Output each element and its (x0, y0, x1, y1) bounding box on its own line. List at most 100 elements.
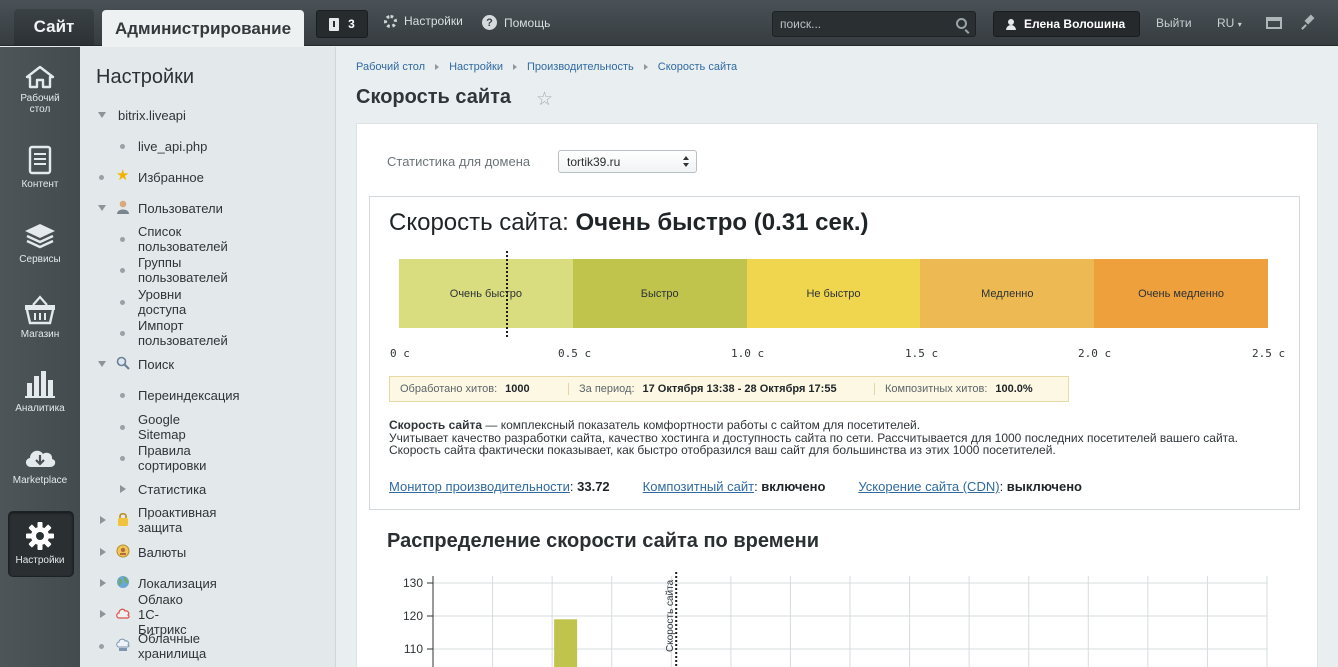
chevron-right-icon[interactable] (100, 610, 106, 618)
menu-item-label: Локализация (138, 575, 217, 591)
performance-monitor-link[interactable]: Монитор производительности (389, 479, 570, 494)
storage-icon (116, 638, 130, 651)
description-text: — комплексный показатель комфортности ра… (482, 418, 921, 432)
stat-label: За период: (579, 383, 635, 395)
menu-item-label: Группы пользователей (138, 255, 228, 285)
menu-item-label: Проактивная защита (138, 505, 217, 535)
select-arrows-icon (683, 156, 689, 168)
speed-links: Монитор производительности: 33.72 Композ… (389, 479, 1082, 494)
speed-description: Скорость сайта — комплексный показатель … (389, 419, 1269, 457)
speed-marker-label: Скорость сайта (665, 579, 676, 652)
iconbar-label: Сервисы (19, 254, 61, 265)
breadcrumb: Рабочий стол Настройки Производительност… (356, 61, 737, 73)
chevron-right-icon[interactable] (100, 579, 106, 587)
side-menu-title: Настройки (96, 66, 195, 88)
window-icon[interactable] (1266, 17, 1282, 29)
chevron-down-icon[interactable] (98, 112, 106, 118)
search-icon[interactable] (956, 18, 967, 29)
speed-band-label: Медленно (981, 287, 1034, 300)
top-bar: Сайт Администрирование 3 Настройки ? Пом… (0, 0, 1338, 47)
menu-item-label: Переиндексация (138, 387, 240, 403)
stat-value: 17 Октября 13:38 - 28 Октября 17:55 (642, 383, 837, 395)
menu-item-label: Правила сортировки (138, 443, 207, 473)
iconbar-item-desktop[interactable]: Рабочий стол (0, 65, 80, 115)
menu-item-label: Избранное (138, 169, 204, 185)
breadcrumb-item[interactable]: Производительность (527, 61, 634, 73)
speed-summary-panel: Скорость сайта: Очень быстро (0.31 сек.)… (369, 196, 1300, 510)
user-icon (117, 200, 129, 214)
logout-link[interactable]: Выйти (1156, 16, 1192, 30)
tab-administration[interactable]: Администрирование (102, 10, 304, 47)
chart-icon (25, 371, 55, 398)
speed-band: Медленно (920, 259, 1095, 328)
notifications-count: 3 (348, 17, 355, 31)
link-group-cdn: Ускорение сайта (CDN): выключено (858, 479, 1082, 494)
breadcrumb-item[interactable]: Рабочий стол (356, 61, 425, 73)
menu-item-label: Облако 1С-Битрикс (138, 591, 187, 637)
bullet-icon (120, 425, 125, 430)
breadcrumb-item[interactable]: Настройки (449, 61, 503, 73)
scale-label: 1.5 с (905, 347, 939, 360)
bullet-icon (120, 300, 125, 305)
language-selector[interactable]: RU ▾ (1217, 16, 1242, 30)
speed-band: Не быстро (746, 259, 921, 328)
iconbar-item-marketplace[interactable]: Marketplace (0, 445, 80, 486)
iconbar-item-analytics[interactable]: Аналитика (0, 369, 80, 414)
tab-site[interactable]: Сайт (14, 9, 94, 45)
language-code: RU (1217, 16, 1235, 30)
iconbar-label: Аналитика (15, 403, 65, 414)
settings-link[interactable]: Настройки (384, 14, 463, 28)
speed-band-label: Очень быстро (449, 287, 523, 300)
chevron-right-icon[interactable] (100, 516, 106, 524)
composite-site-link[interactable]: Композитный сайт (643, 479, 754, 494)
link-group-composite: Композитный сайт: включено (642, 479, 826, 494)
speed-band-label: Очень медленно (1138, 287, 1225, 300)
speed-band: Быстро (572, 259, 747, 328)
bullet-icon (120, 144, 125, 149)
domain-select[interactable]: tortik39.ru (558, 150, 697, 173)
iconbar-item-settings[interactable]: Настройки (0, 521, 80, 566)
settings-link-label: Настройки (404, 14, 463, 28)
scale-label: 1.0 с (731, 347, 765, 360)
iconbar-label: Настройки (15, 555, 65, 566)
menu-item-label: Пользователи (138, 200, 223, 216)
speed-heading-prefix: Скорость сайта: (389, 209, 569, 236)
link-group-monitor: Монитор производительности: 33.72 (389, 479, 610, 494)
home-icon (25, 65, 55, 89)
speed-band: Очень медленно (1094, 259, 1268, 328)
scale-label: 0.5 с (558, 347, 592, 360)
coin-icon (116, 544, 130, 558)
y-tick-label: 110 (404, 642, 423, 656)
breadcrumb-item[interactable]: Скорость сайта (658, 61, 737, 73)
chevron-right-icon[interactable] (120, 485, 126, 493)
search-input[interactable]: поиск... (772, 11, 976, 37)
pin-icon[interactable] (1302, 15, 1316, 29)
menu-item-label: Импорт пользователей (138, 318, 228, 348)
iconbar-item-shop[interactable]: Магазин (0, 295, 80, 340)
iconbar-item-services[interactable]: Сервисы (0, 222, 80, 265)
iconbar-item-content[interactable]: Контент (0, 145, 80, 190)
side-menu: Настройки bitrix.liveapi live_api.php ★ … (80, 47, 336, 667)
user-icon (1006, 18, 1016, 30)
bullet-icon (120, 268, 125, 273)
menu-item-label: Облачные хранилища (138, 631, 207, 661)
notifications-button[interactable]: 3 (316, 10, 368, 38)
menu-item-label: Google Sitemap (138, 412, 186, 442)
app-window: Сайт Администрирование 3 Настройки ? Пом… (0, 0, 1338, 667)
scale-label: 2.5 с (1252, 347, 1286, 360)
gear-icon (384, 14, 397, 28)
chevron-down-icon: ▾ (1237, 20, 1242, 29)
user-menu-button[interactable]: Елена Волошина (993, 11, 1140, 37)
chevron-down-icon[interactable] (98, 361, 106, 367)
favorite-star-icon[interactable]: ☆ (536, 88, 553, 111)
cdn-link[interactable]: Ускорение сайта (CDN) (858, 479, 999, 494)
chevron-down-icon[interactable] (98, 205, 106, 211)
speed-band-label: Быстро (640, 287, 679, 300)
help-link[interactable]: ? Помощь (482, 15, 550, 30)
speed-band-label: Не быстро (806, 287, 861, 300)
bullet-icon (120, 393, 125, 398)
description-term: Скорость сайта (389, 418, 483, 432)
distribution-title: Распределение скорости сайта по времени (387, 530, 819, 552)
chevron-right-icon[interactable] (100, 548, 106, 556)
link-value: включено (761, 479, 826, 494)
